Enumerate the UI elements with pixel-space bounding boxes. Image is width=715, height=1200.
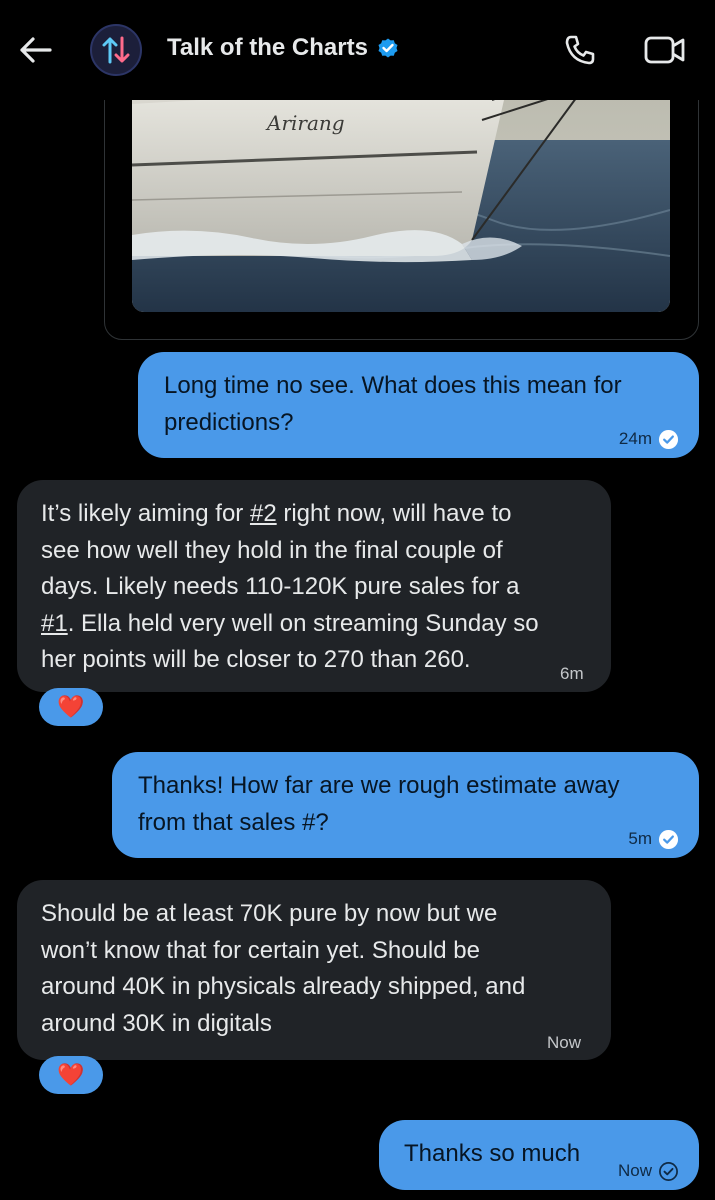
message-text-line: days. Likely needs 110-120K pure sales f… — [41, 573, 520, 600]
message-timestamp: 24m — [618, 429, 652, 448]
heart-reaction[interactable]: ❤️ — [39, 1056, 103, 1094]
message-text-line: her points will be closer to 270 than 26… — [41, 646, 471, 673]
message-text-line: It’s likely aiming for #2 right now, wil… — [41, 496, 539, 533]
message-text-line: Long time no see. What does this mean fo… — [164, 372, 622, 399]
hashtag-link[interactable]: #1 — [41, 610, 68, 637]
avatar[interactable] — [90, 24, 142, 76]
page-title: Talk of the Charts — [167, 34, 368, 61]
message-text-line: Should be at least 70K pure by now but w… — [41, 900, 498, 927]
heart-reaction-emoji: ❤️ — [57, 694, 85, 719]
message-bubble-received[interactable]: It’s likely aiming for #2 right now, wil… — [17, 480, 611, 692]
conversation-header: Talk of the Charts — [0, 0, 715, 100]
message-text-line: predictions? — [164, 408, 294, 436]
message-text: right now, will have to — [276, 500, 512, 527]
message-text: It’s likely aiming for — [41, 500, 250, 527]
hashtag-link[interactable]: #2 — [250, 500, 277, 527]
message-timestamp: Now — [617, 1161, 652, 1180]
sent-check-icon — [659, 1161, 678, 1181]
message-text-line: Thanks! How far are we rough estimate aw… — [138, 772, 620, 799]
phone-icon — [565, 35, 595, 65]
message-text-line: Thanks so much — [404, 1140, 581, 1167]
message-timestamp: Now — [547, 1033, 582, 1052]
message-text-line: around 30K in digitals — [41, 1009, 272, 1037]
message-timestamp: 5m — [628, 829, 652, 848]
message-text-line: from that sales #? — [138, 808, 329, 836]
heart-reaction[interactable]: ❤️ — [39, 688, 103, 726]
message-bubble-sent[interactable]: Long time no see. What does this mean fo… — [138, 352, 699, 458]
message-timestamp: 6m — [560, 664, 584, 683]
message-bubble-received[interactable]: Should be at least 70K pure by now but w… — [17, 880, 611, 1060]
message-text-line: won’t know that for certain yet. Should … — [41, 936, 480, 964]
conversation-title[interactable]: Talk of the Charts — [167, 34, 400, 62]
heart-reaction-emoji: ❤️ — [57, 1062, 85, 1087]
message-text-line: #1. Ella held very well on streaming Sun… — [41, 606, 539, 643]
arrow-left-icon — [20, 37, 52, 63]
read-check-icon — [658, 429, 679, 449]
voice-call-button[interactable] — [558, 28, 602, 72]
ship-name-label: Arirang — [265, 111, 345, 135]
read-check-icon — [658, 829, 679, 849]
message-text: . Ella held very well on streaming Sunda… — [67, 609, 539, 637]
message-bubble-sent[interactable]: Thanks! How far are we rough estimate aw… — [112, 752, 699, 858]
message-text-line: see how well they hold in the final coup… — [41, 536, 503, 564]
message-text-line: around 40K in physicals already shipped,… — [41, 973, 526, 1000]
up-down-arrows-icon — [102, 36, 130, 64]
video-call-button[interactable] — [641, 28, 689, 72]
message-bubble-sent[interactable]: Thanks so much Now — [379, 1120, 699, 1190]
verified-badge-icon — [378, 38, 398, 58]
back-button[interactable] — [14, 30, 58, 70]
video-camera-icon — [644, 36, 685, 64]
